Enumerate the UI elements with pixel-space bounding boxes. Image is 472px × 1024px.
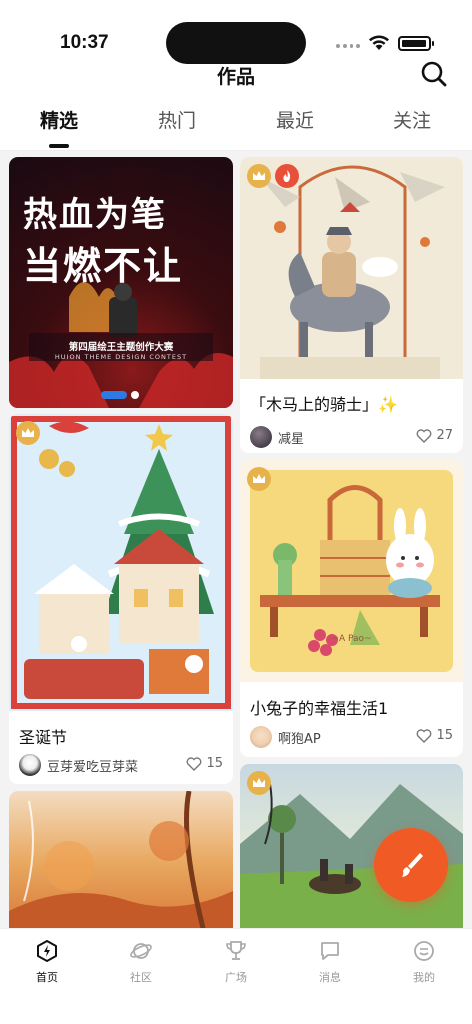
tab-following[interactable]: 关注 — [372, 106, 452, 133]
banner-subtitle: 第四届绘王主题创作大赛 — [68, 342, 174, 353]
dynamic-island — [166, 22, 306, 64]
avatar — [250, 726, 272, 748]
heart-icon — [417, 728, 432, 743]
page-title: 作品 — [216, 66, 255, 88]
pagination-dot — [131, 391, 139, 399]
status-time: 10:37 — [60, 32, 109, 53]
nav-plaza[interactable]: 广场 — [206, 939, 266, 985]
wifi-icon — [369, 35, 389, 50]
create-artwork-button[interactable] — [374, 828, 448, 902]
like-button[interactable]: 15 — [416, 728, 453, 743]
search-icon[interactable] — [418, 58, 450, 90]
nav-label: 消息 — [319, 971, 341, 984]
artwork-author[interactable]: 啊狍AP — [250, 726, 321, 748]
nav-label: 社区 — [130, 971, 152, 984]
artwork-image: ~A Pao~ — [240, 460, 463, 682]
contest-banner[interactable]: 热血为笔 当燃不让 第四届绘王主题创作大赛 HUION THEME DESIGN… — [9, 157, 233, 408]
nav-community[interactable]: 社区 — [111, 939, 171, 985]
like-count: 15 — [206, 756, 223, 771]
tab-featured[interactable]: 精选 — [19, 106, 99, 133]
bottom-navigation: 首页 社区 广场 消息 我的 — [0, 928, 472, 1024]
category-tabs: 精选 热门 最近 关注 — [0, 100, 472, 150]
battery-icon — [398, 36, 434, 51]
knight-illustration — [260, 165, 445, 379]
tab-hot[interactable]: 热门 — [137, 106, 217, 133]
artwork-card[interactable]: 圣诞节 豆芽爱吃豆芽菜 15 — [9, 414, 233, 784]
tab-recent[interactable]: 最近 — [255, 106, 335, 133]
artwork-image — [9, 414, 233, 711]
artwork-author[interactable]: 减星 — [250, 426, 304, 448]
banner-pagination — [101, 391, 139, 399]
crown-icon — [247, 771, 271, 795]
crown-icon — [16, 421, 40, 445]
tab-active-indicator — [49, 144, 69, 148]
avatar — [250, 426, 272, 448]
artwork-title: 圣诞节 — [19, 728, 68, 747]
banner-title-line1: 热血为笔 — [23, 195, 167, 235]
artwork-author[interactable]: 豆芽爱吃豆芽菜 — [19, 754, 138, 776]
author-name: 啊狍AP — [278, 731, 321, 747]
profile-icon — [414, 941, 434, 961]
nav-profile[interactable]: 我的 — [394, 939, 454, 985]
banner-title-line2: 当燃不让 — [23, 243, 184, 288]
author-name: 减星 — [278, 431, 305, 447]
artwork-title: 「木马上的骑士」✨ — [250, 395, 398, 414]
trophy-icon — [226, 941, 246, 960]
artist-signature: ~A Pao~ — [331, 634, 372, 644]
heart-icon — [187, 756, 202, 771]
autumn-illustration — [9, 791, 233, 928]
avatar — [19, 754, 41, 776]
rabbit-illustration — [250, 470, 453, 672]
nav-home[interactable]: 首页 — [17, 939, 77, 985]
artwork-card[interactable]: 「木马上的骑士」✨ 减星 27 — [240, 157, 463, 453]
like-count: 27 — [436, 428, 453, 443]
planet-icon — [130, 943, 152, 959]
signal-icon — [336, 44, 360, 50]
status-bar: 10:37 — [0, 0, 472, 64]
fire-icon — [275, 164, 299, 188]
artwork-image — [240, 157, 463, 379]
artwork-title: 小兔子的幸福生活1 — [250, 699, 389, 718]
like-count: 15 — [436, 728, 453, 743]
nav-label: 广场 — [225, 971, 247, 984]
artwork-feed[interactable]: 热血为笔 当燃不让 第四届绘王主题创作大赛 HUION THEME DESIGN… — [0, 151, 472, 928]
banner-subtitle-en: HUION THEME DESIGN CONTEST — [54, 353, 188, 361]
crown-icon — [247, 164, 271, 188]
artwork-card[interactable]: ~A Pao~ 小兔子的幸福生活1 啊狍AP 15 — [240, 460, 463, 757]
nav-label: 我的 — [413, 971, 435, 984]
artwork-card[interactable] — [9, 791, 233, 928]
message-icon — [321, 942, 339, 960]
nav-messages[interactable]: 消息 — [300, 939, 360, 985]
brush-icon — [402, 853, 423, 877]
heart-icon — [417, 428, 432, 443]
artwork-image — [9, 791, 233, 928]
home-icon — [37, 940, 57, 962]
christmas-illustration — [11, 416, 231, 709]
crown-icon — [247, 467, 271, 491]
banner-image: 热血为笔 当燃不让 第四届绘王主题创作大赛 HUION THEME DESIGN… — [9, 157, 233, 408]
like-button[interactable]: 15 — [186, 756, 223, 771]
like-button[interactable]: 27 — [416, 428, 453, 443]
author-name: 豆芽爱吃豆芽菜 — [47, 759, 139, 775]
pagination-dot-active — [101, 391, 127, 399]
nav-label: 首页 — [36, 971, 58, 984]
